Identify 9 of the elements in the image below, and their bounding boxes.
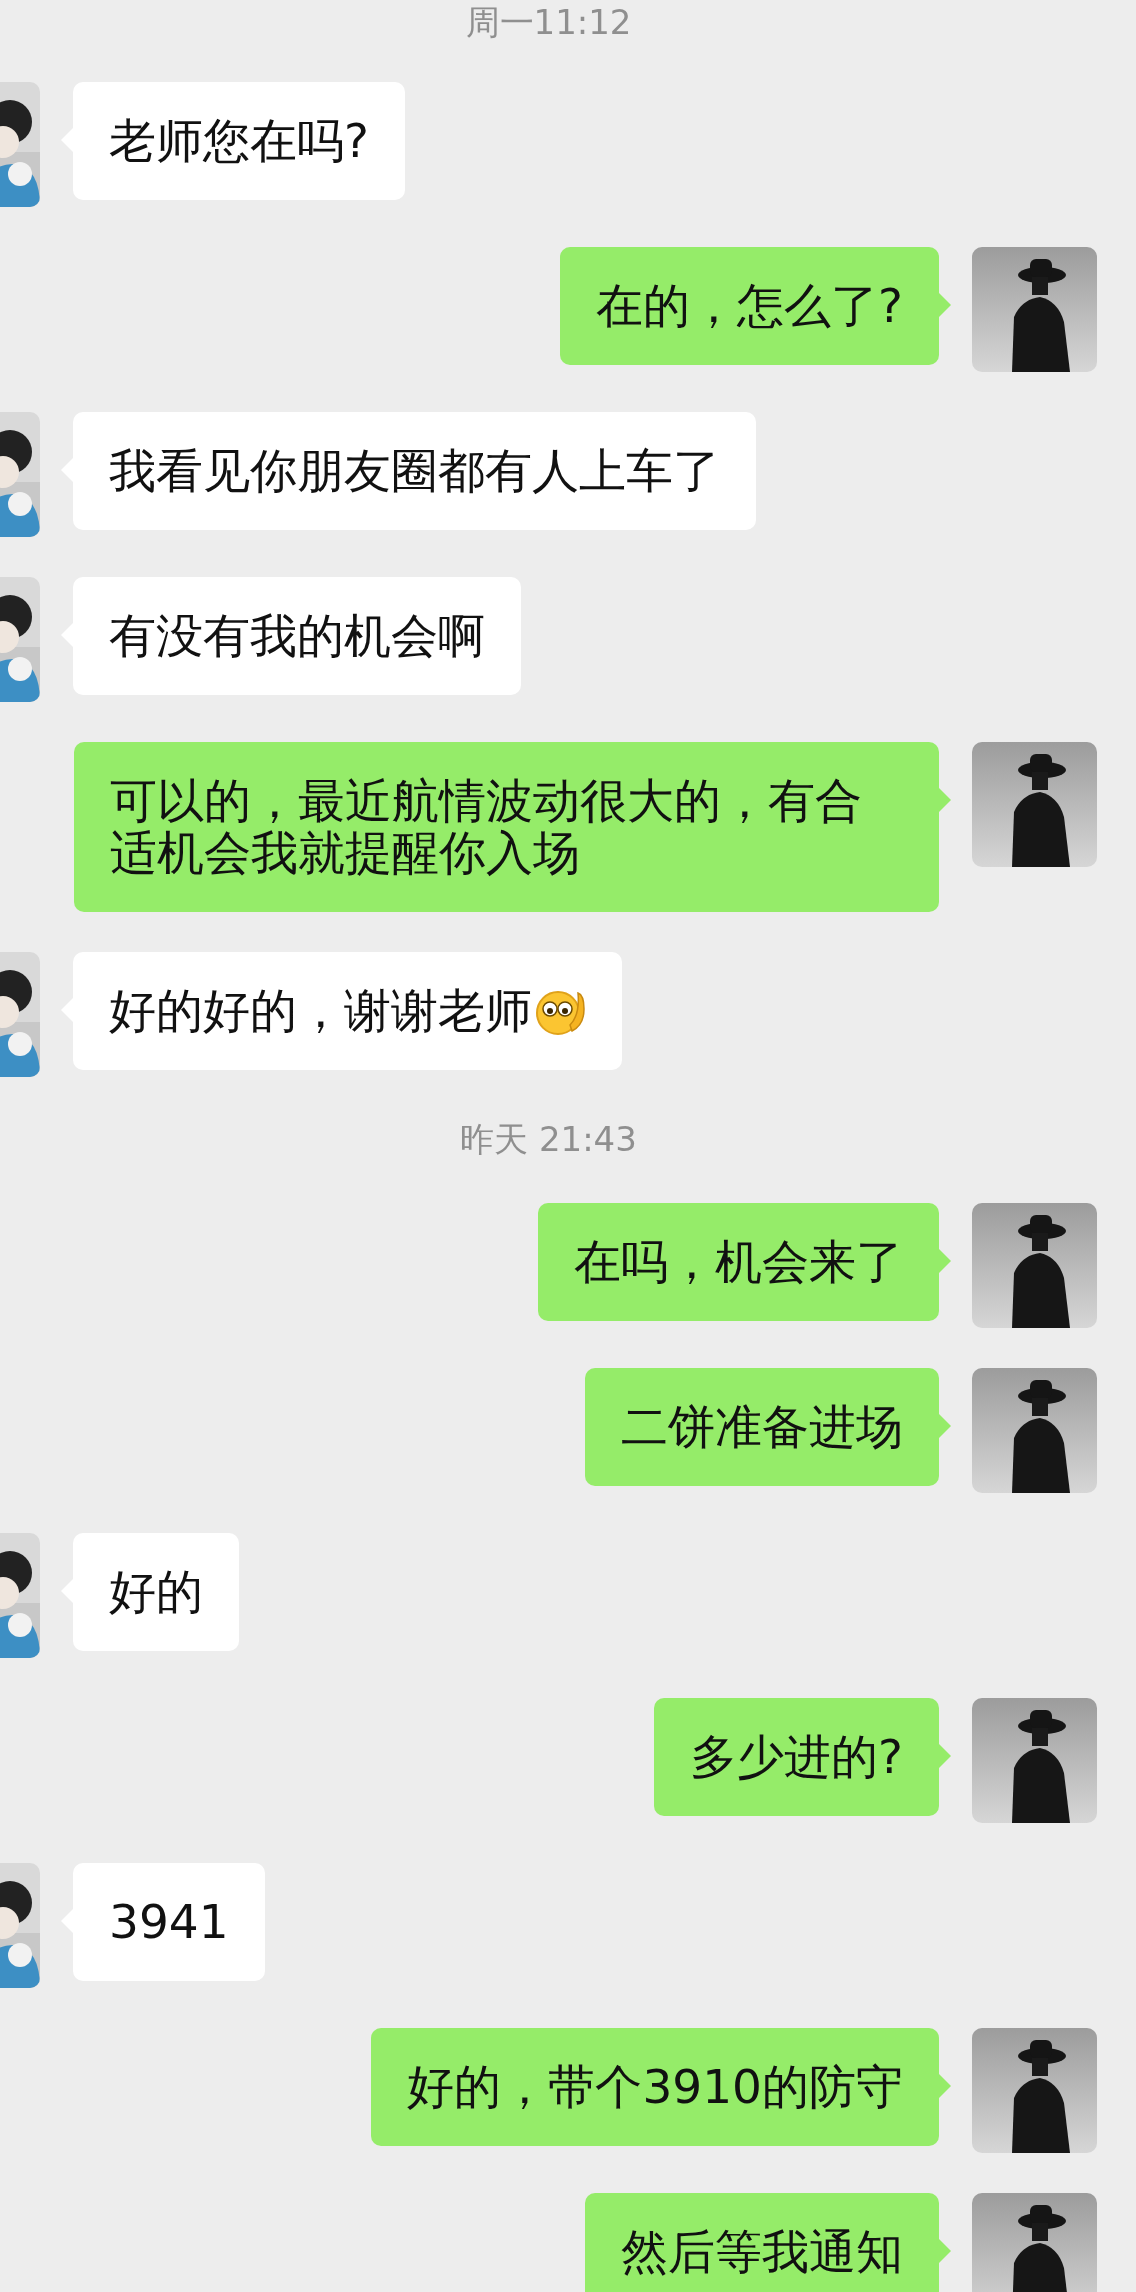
bubble-tail xyxy=(939,2074,951,2098)
bubble-tail xyxy=(939,293,951,317)
timestamp: 昨天 21:43 xyxy=(460,1119,637,1159)
bubble-tail xyxy=(939,1744,951,1768)
timestamp: 周一11:12 xyxy=(465,2,632,42)
bubble-tail xyxy=(939,788,951,812)
bubble-tail xyxy=(939,1249,951,1273)
bubble-tail xyxy=(939,2239,951,2263)
bubble-tail xyxy=(939,1414,951,1438)
